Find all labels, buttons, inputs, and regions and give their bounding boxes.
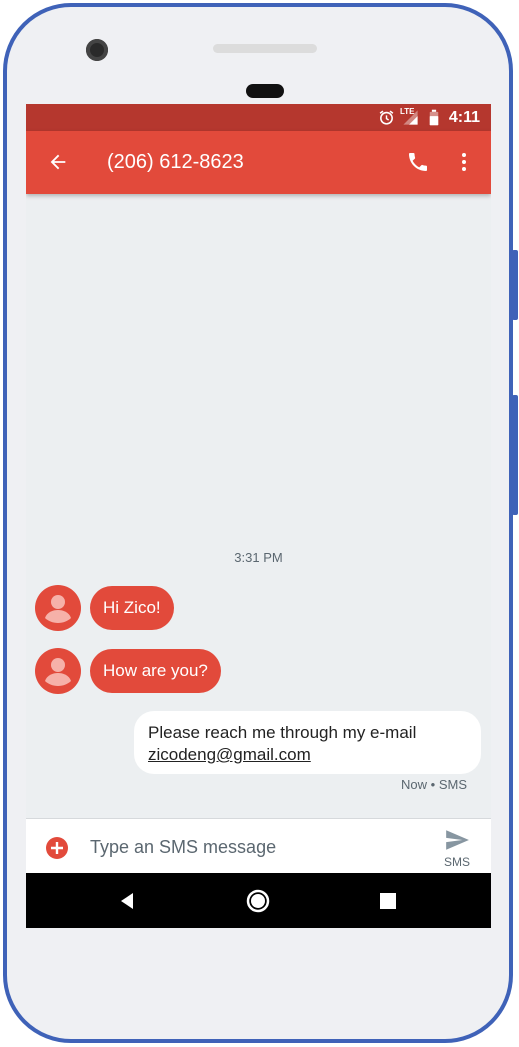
- more-options-button[interactable]: [446, 144, 482, 180]
- signal-icon: [403, 110, 418, 125]
- add-attachment-button[interactable]: [46, 837, 68, 859]
- navigation-bar: [26, 873, 491, 928]
- call-button[interactable]: [400, 144, 436, 180]
- outgoing-message[interactable]: Please reach me through my e-mail zicode…: [134, 711, 481, 774]
- send-label: SMS: [443, 855, 470, 869]
- status-bar: LTE 4:11: [26, 104, 491, 131]
- status-time: 4:11: [448, 109, 480, 126]
- person-icon: [45, 595, 71, 623]
- more-vert-icon: [462, 153, 466, 171]
- battery-icon: [429, 109, 439, 126]
- person-icon: [45, 658, 71, 686]
- send-icon: [446, 830, 469, 850]
- conversation-title: (206) 612-8623: [107, 151, 244, 173]
- contact-avatar[interactable]: [35, 648, 81, 694]
- nav-home-icon[interactable]: [245, 888, 271, 914]
- back-arrow-icon: [50, 154, 66, 170]
- front-camera: [86, 39, 108, 61]
- message-status: Now • SMS: [401, 777, 467, 792]
- phone-icon: [409, 153, 427, 171]
- alarm-icon: [379, 110, 394, 125]
- conversation-timestamp: 3:31 PM: [234, 550, 283, 565]
- screen: LTE 4:11 (206) 612-8623 3:31 PM Hi Zico!…: [26, 104, 491, 928]
- back-button[interactable]: [40, 144, 76, 180]
- app-bar: (206) 612-8623: [26, 131, 491, 194]
- earpiece-speaker: [213, 44, 317, 53]
- plus-icon: [51, 842, 63, 854]
- power-button: [512, 395, 518, 515]
- contact-avatar[interactable]: [35, 585, 81, 631]
- incoming-message[interactable]: Hi Zico!: [90, 586, 174, 630]
- nav-recents-icon[interactable]: [379, 892, 397, 910]
- nav-back-icon[interactable]: [118, 891, 138, 911]
- volume-button: [512, 250, 518, 320]
- email-link[interactable]: zicodeng@gmail.com: [148, 744, 467, 766]
- incoming-message[interactable]: How are you?: [90, 649, 221, 693]
- message-input[interactable]: [88, 831, 412, 863]
- compose-bar: SMS: [26, 818, 491, 874]
- send-button[interactable]: SMS: [435, 827, 479, 871]
- outgoing-message-text: Please reach me through my e-mail: [148, 723, 417, 742]
- proximity-sensor: [246, 84, 284, 98]
